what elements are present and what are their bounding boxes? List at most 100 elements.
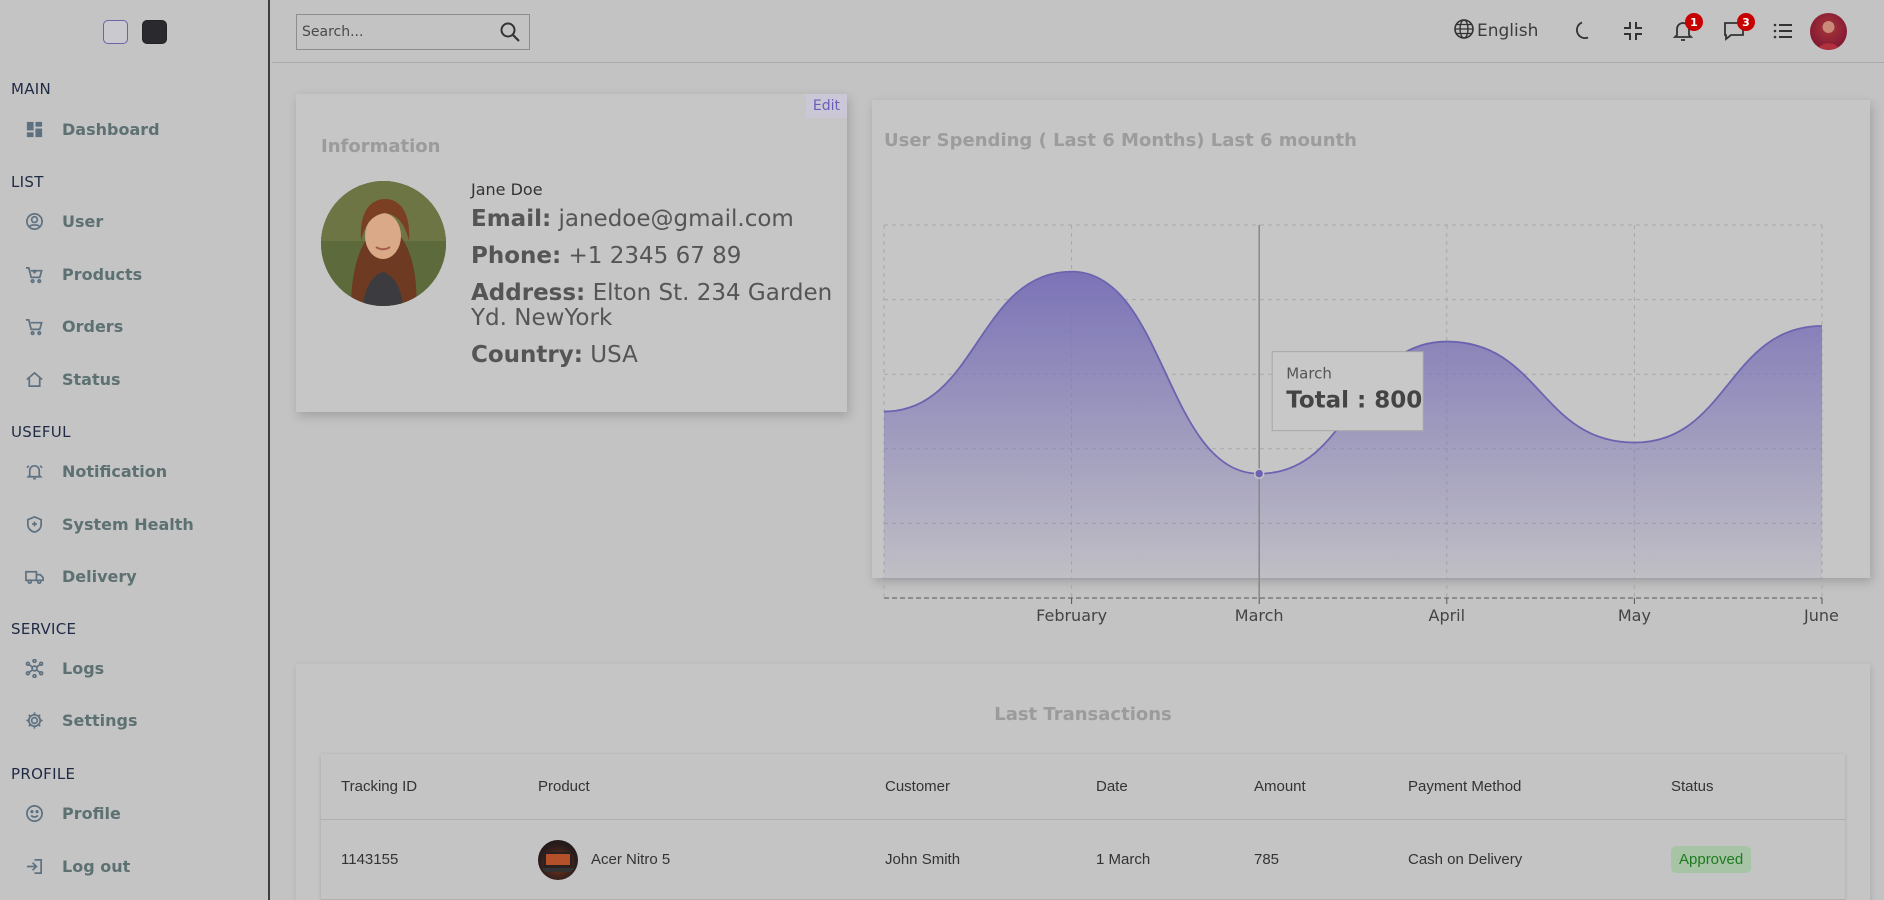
edit-button[interactable]: Edit (805, 94, 847, 118)
x-axis-tick-label: March (1235, 606, 1284, 625)
card-title: Last Transactions (994, 704, 1172, 725)
sidebar-item-status[interactable]: Status (24, 366, 121, 392)
notifications-button[interactable]: 1 (1672, 13, 1703, 47)
sidebar-item-label: System Health (62, 514, 194, 534)
phone-value: +1 2345 67 89 (568, 243, 742, 269)
status-cell: Approved (1671, 820, 1752, 899)
list-icon (1772, 20, 1794, 46)
sidebar-item-label: Notification (62, 461, 168, 481)
section-title-list: LIST (11, 173, 44, 191)
section-title-useful: USEFUL (11, 423, 71, 441)
chart-tooltip: March Total : 800 (1271, 351, 1424, 432)
product-name: Acer Nitro 5 (591, 851, 671, 868)
sidebar-item-label: Settings (62, 710, 138, 730)
product-cell: Acer Nitro 5 (538, 820, 670, 899)
tracking-id-cell: 1143155 (341, 851, 399, 868)
email-value: janedoe@gmail.com (558, 206, 794, 232)
payment-method-cell: Cash on Delivery (1408, 851, 1523, 868)
profile-details: Jane Doe Email: janedoe@gmail.com Phone:… (471, 180, 841, 380)
sidebar: MAIN Dashboard LIST User Products Orders… (0, 0, 270, 900)
dark-theme-swatch[interactable] (142, 20, 167, 44)
cart-icon (24, 316, 44, 336)
email-row: Email: janedoe@gmail.com (471, 207, 841, 232)
sidebar-item-label: Products (62, 264, 143, 284)
x-axis-tick-label: February (1036, 606, 1107, 625)
x-axis-tick-label: June (1803, 606, 1839, 625)
smiley-icon (24, 803, 44, 823)
phone-row: Phone: +1 2345 67 89 (471, 244, 841, 269)
sidebar-item-user[interactable]: User (24, 208, 103, 234)
column-header-customer[interactable]: Customer (885, 754, 950, 819)
theme-color-options (103, 20, 167, 44)
sidebar-item-label: Log out (62, 856, 131, 876)
dark-mode-toggle[interactable] (1572, 19, 1596, 47)
tooltip-label: March (1286, 365, 1332, 383)
column-header-date[interactable]: Date (1096, 754, 1128, 819)
bell-icon (24, 461, 44, 481)
messages-button[interactable]: 3 (1722, 13, 1755, 47)
table-row[interactable]: 1143155 Acer Nitro 5 John Smith 1 March … (321, 820, 1845, 900)
amount-cell: 785 (1254, 851, 1280, 868)
chat-icon: 3 (1722, 13, 1755, 47)
country-row: Country: USA (471, 343, 841, 368)
shield-icon (24, 514, 44, 534)
spending-area-chart[interactable]: February March April May June March Total : … (872, 100, 1870, 640)
dashboard-icon (24, 119, 44, 139)
active-data-point[interactable] (1253, 468, 1265, 479)
card-title: Information (321, 136, 441, 157)
sidebar-item-system-health[interactable]: System Health (24, 511, 194, 537)
phone-key: Phone: (471, 243, 562, 269)
truck-icon (24, 566, 44, 586)
network-icon (24, 658, 44, 678)
fullscreen-toggle[interactable] (1622, 20, 1644, 46)
x-axis-tick-label: May (1618, 606, 1651, 625)
customer-cell: John Smith (885, 851, 961, 868)
notification-count-badge: 1 (1685, 13, 1703, 31)
profile-image (321, 181, 446, 306)
sidebar-item-label: Dashboard (62, 119, 160, 139)
sidebar-item-label: Orders (62, 316, 124, 336)
search-icon[interactable] (499, 21, 521, 47)
column-header-payment-method[interactable]: Payment Method (1408, 754, 1521, 819)
sidebar-item-products[interactable]: Products (24, 261, 142, 287)
search-input[interactable] (297, 24, 487, 40)
message-count-badge: 3 (1737, 13, 1755, 31)
sidebar-item-logs[interactable]: Logs (24, 655, 104, 681)
section-title-profile: PROFILE (11, 765, 76, 783)
home-icon (24, 369, 44, 389)
sidebar-item-label: Delivery (62, 566, 137, 586)
sidebar-item-notification[interactable]: Notification (24, 458, 167, 484)
status-badge: Approved (1671, 846, 1752, 873)
profile-name: Jane Doe (471, 180, 543, 199)
avatar[interactable] (1810, 13, 1847, 50)
language-selector[interactable]: English (1453, 18, 1538, 44)
gear-icon (24, 710, 44, 730)
search-box (296, 14, 530, 50)
section-title-main: MAIN (11, 80, 52, 98)
transactions-table: Tracking ID Product Customer Date Amount… (321, 754, 1845, 900)
sidebar-item-label: Logs (62, 658, 105, 678)
column-header-product[interactable]: Product (538, 754, 590, 819)
country-value: USA (590, 342, 638, 368)
sidebar-item-orders[interactable]: Orders (24, 313, 123, 339)
menu-list-button[interactable] (1772, 20, 1794, 46)
products-icon (24, 264, 44, 284)
sidebar-item-profile[interactable]: Profile (24, 800, 121, 826)
column-header-tracking-id[interactable]: Tracking ID (341, 754, 417, 819)
sidebar-item-delivery[interactable]: Delivery (24, 563, 137, 589)
logout-icon (24, 856, 44, 876)
address-key: Address: (471, 280, 586, 306)
light-theme-swatch[interactable] (103, 20, 128, 44)
language-label: English (1477, 21, 1539, 41)
column-header-status[interactable]: Status (1671, 754, 1714, 819)
sidebar-item-dashboard[interactable]: Dashboard (24, 116, 160, 142)
tooltip-value: Total : 800 (1286, 388, 1422, 414)
email-key: Email: (471, 206, 552, 232)
topbar: English 1 3 (272, 0, 1884, 63)
column-header-amount[interactable]: Amount (1254, 754, 1306, 819)
exit-fullscreen-icon (1622, 20, 1644, 46)
sidebar-item-label: Profile (62, 803, 121, 823)
last-transactions-card: Last Transactions Tracking ID Product Cu… (296, 664, 1870, 900)
sidebar-item-logout[interactable]: Log out (24, 853, 130, 879)
sidebar-item-settings[interactable]: Settings (24, 707, 138, 733)
